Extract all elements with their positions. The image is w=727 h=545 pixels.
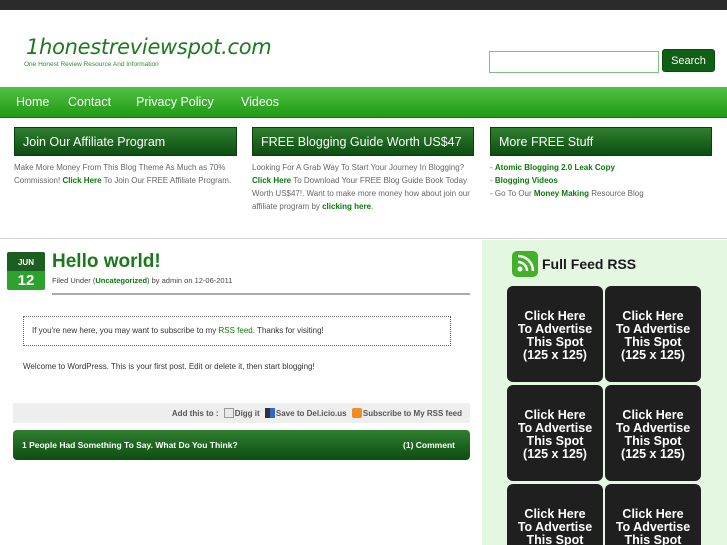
rss-icon xyxy=(351,408,362,418)
ad-line: This Spot xyxy=(624,533,682,545)
post-body: Welcome to WordPress. This is your first… xyxy=(23,362,315,371)
affiliate-text: Make More Money From This Blog Theme As … xyxy=(14,161,237,187)
ad-spot[interactable]: Click Here To Advertise This Spot (125 x… xyxy=(507,385,603,481)
rss-title[interactable]: Full Feed RSS xyxy=(542,256,636,272)
digg-icon xyxy=(223,408,234,418)
share-label: Add this to : xyxy=(171,409,219,418)
calendar-icon: JUN 12 xyxy=(7,252,45,290)
guide-affiliate-link[interactable]: clicking here xyxy=(322,202,371,211)
post-area: JUN 12 Hello world! Filed Under (Uncateg… xyxy=(0,240,482,545)
delicious-icon xyxy=(264,408,275,418)
digg-link[interactable]: Digg it xyxy=(235,409,260,418)
meta-author-date: ) by admin on 12-06-2011 xyxy=(147,276,233,285)
subscribe-notice: If you're new here, you may want to subs… xyxy=(23,316,451,346)
notice-text: . Thanks for visiting! xyxy=(252,326,324,335)
delicious-link[interactable]: Save to Del.icio.us xyxy=(276,409,347,418)
nav-home[interactable]: Home xyxy=(16,95,49,109)
header: 1honestreviewspot.com One Honest Review … xyxy=(0,10,727,87)
search-button[interactable]: Search xyxy=(662,49,715,72)
ad-line: This Spot xyxy=(526,533,584,545)
feature-boxes: Join Our Affiliate Program Make More Mon… xyxy=(0,119,727,239)
post-meta: Filed Under (Uncategorized) by admin on … xyxy=(52,276,232,285)
rss-feed-link[interactable]: RSS feed xyxy=(219,326,253,335)
guide-text: Looking For A Grab Way To Start Your Jou… xyxy=(252,161,474,213)
more-stuff-list: - Atomic Blogging 2.0 Leak Copy - Bloggi… xyxy=(490,161,712,200)
guide-text-before: Looking For A Grab Way To Start Your Jou… xyxy=(252,163,465,172)
ad-spot[interactable]: Click Here To Advertise This Spot (125 x… xyxy=(507,286,603,382)
comments-prompt[interactable]: 1 People Had Something To Say. What Do Y… xyxy=(22,440,238,450)
notice-text: If you're new here, you may want to subs… xyxy=(32,326,219,335)
guide-link[interactable]: Click Here xyxy=(252,176,291,185)
site-title[interactable]: 1honestreviewspot.com xyxy=(26,35,272,59)
main-nav: Home Contact Privacy Policy Videos xyxy=(0,87,727,118)
category-link[interactable]: Uncategorized xyxy=(95,276,147,285)
ad-spot[interactable]: Click Here To Advertise This Spot xyxy=(507,484,603,545)
ad-spot[interactable]: Click Here To Advertise This Spot (125 x… xyxy=(605,286,701,382)
affiliate-text-after: To Join Our FREE Affiliate Program. xyxy=(101,176,232,185)
ad-line: (125 x 125) xyxy=(523,348,587,362)
comment-count[interactable]: (1) Comment xyxy=(403,440,455,450)
ad-line: (125 x 125) xyxy=(621,447,685,461)
blogging-videos-link[interactable]: Blogging Videos xyxy=(495,176,558,185)
date-day: 12 xyxy=(7,271,45,290)
money-making-link[interactable]: Money Making xyxy=(534,189,589,198)
more-stuff-item: - Blogging Videos xyxy=(490,176,558,185)
nav-privacy-policy[interactable]: Privacy Policy xyxy=(136,95,214,109)
ad-line: (125 x 125) xyxy=(523,447,587,461)
meta-filed: Filed Under ( xyxy=(52,276,96,285)
ad-spot[interactable]: Click Here To Advertise This Spot (125 x… xyxy=(605,385,701,481)
affiliate-heading: Join Our Affiliate Program xyxy=(14,127,237,156)
more-stuff-item: - Atomic Blogging 2.0 Leak Copy xyxy=(490,163,615,172)
nav-contact[interactable]: Contact xyxy=(68,95,111,109)
share-bar: Add this to : Digg it Save to Del.icio.u… xyxy=(13,403,470,423)
divider xyxy=(52,293,470,295)
more-stuff-text: Go To Our xyxy=(494,189,534,198)
more-stuff-text: Resource Blog xyxy=(589,189,644,198)
subscribe-rss-link[interactable]: Subscribe to My RSS feed xyxy=(363,409,462,418)
guide-text-after: . xyxy=(371,202,374,211)
more-stuff-box: More FREE Stuff - Atomic Blogging 2.0 Le… xyxy=(490,127,712,231)
more-stuff-heading: More FREE Stuff xyxy=(490,127,712,156)
more-stuff-item: - Go To Our Money Making Resource Blog xyxy=(490,189,644,198)
ad-spot[interactable]: Click Here To Advertise This Spot xyxy=(605,484,701,545)
post-title[interactable]: Hello world! xyxy=(52,251,161,273)
date-month: JUN xyxy=(7,252,45,271)
rss-feed-icon[interactable] xyxy=(512,251,538,277)
guide-heading: FREE Blogging Guide Worth US$47 xyxy=(252,127,474,156)
guide-box: FREE Blogging Guide Worth US$47 Looking … xyxy=(252,127,474,231)
affiliate-box: Join Our Affiliate Program Make More Mon… xyxy=(14,127,237,231)
comments-bar[interactable]: 1 People Had Something To Say. What Do Y… xyxy=(13,430,470,460)
atomic-blogging-link[interactable]: Atomic Blogging 2.0 Leak Copy xyxy=(495,163,615,172)
affiliate-link[interactable]: Click Here xyxy=(62,176,101,185)
site-tagline: One Honest Review Resource And Informati… xyxy=(24,61,159,68)
ad-line: (125 x 125) xyxy=(621,348,685,362)
top-bar xyxy=(0,0,727,10)
search-input[interactable] xyxy=(489,51,659,73)
sidebar: Full Feed RSS Click Here To Advertise Th… xyxy=(482,240,727,545)
nav-videos[interactable]: Videos xyxy=(241,95,279,109)
